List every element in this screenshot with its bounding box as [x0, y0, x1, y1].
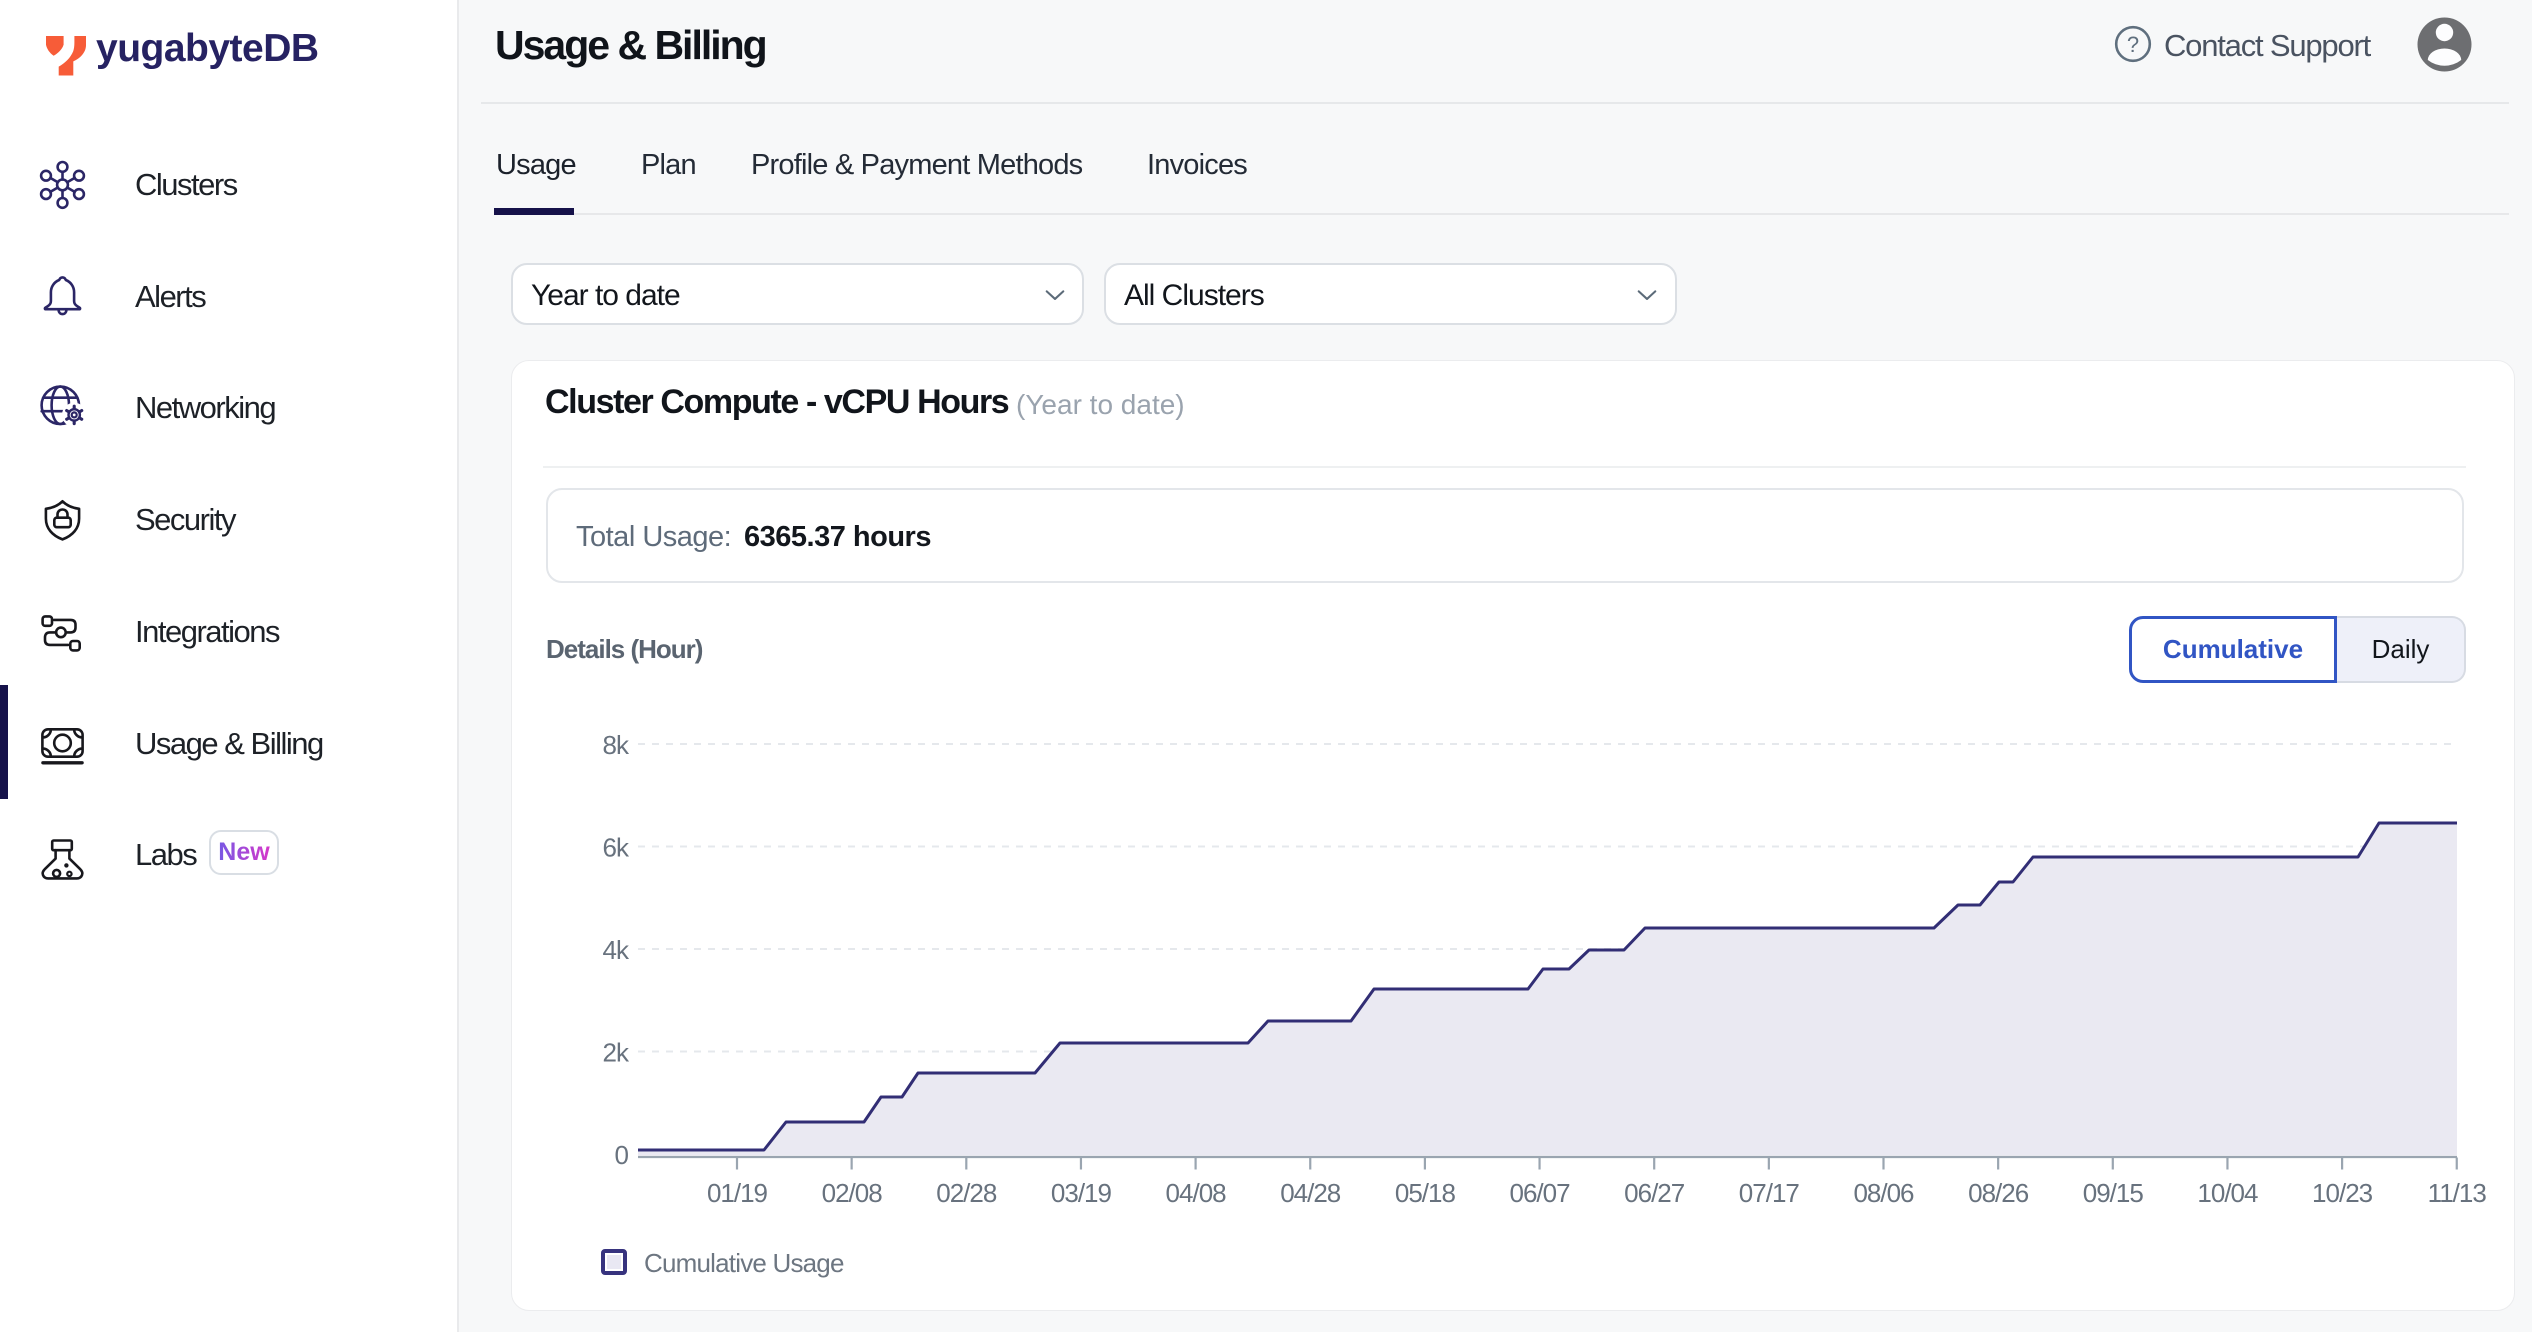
svg-text:10/23: 10/23	[2312, 1178, 2373, 1208]
svg-text:10/04: 10/04	[2197, 1178, 2258, 1208]
svg-text:02/28: 02/28	[936, 1178, 997, 1208]
svg-text:4k: 4k	[603, 935, 630, 965]
svg-text:07/17: 07/17	[1739, 1178, 1800, 1208]
svg-text:2k: 2k	[603, 1038, 630, 1068]
svg-text:01/19: 01/19	[707, 1178, 768, 1208]
svg-text:06/07: 06/07	[1510, 1178, 1571, 1208]
svg-text:04/28: 04/28	[1280, 1178, 1341, 1208]
svg-text:04/08: 04/08	[1166, 1178, 1227, 1208]
svg-text:08/26: 08/26	[1968, 1178, 2029, 1208]
svg-text:03/19: 03/19	[1051, 1178, 1112, 1208]
svg-text:06/27: 06/27	[1624, 1178, 1685, 1208]
svg-text:6k: 6k	[603, 833, 630, 863]
svg-text:08/06: 08/06	[1853, 1178, 1914, 1208]
svg-text:05/18: 05/18	[1395, 1178, 1456, 1208]
svg-text:0: 0	[615, 1140, 629, 1170]
svg-text:09/15: 09/15	[2083, 1178, 2144, 1208]
svg-text:02/08: 02/08	[822, 1178, 883, 1208]
svg-text:8k: 8k	[603, 730, 630, 760]
svg-text:11/13: 11/13	[2428, 1178, 2487, 1208]
